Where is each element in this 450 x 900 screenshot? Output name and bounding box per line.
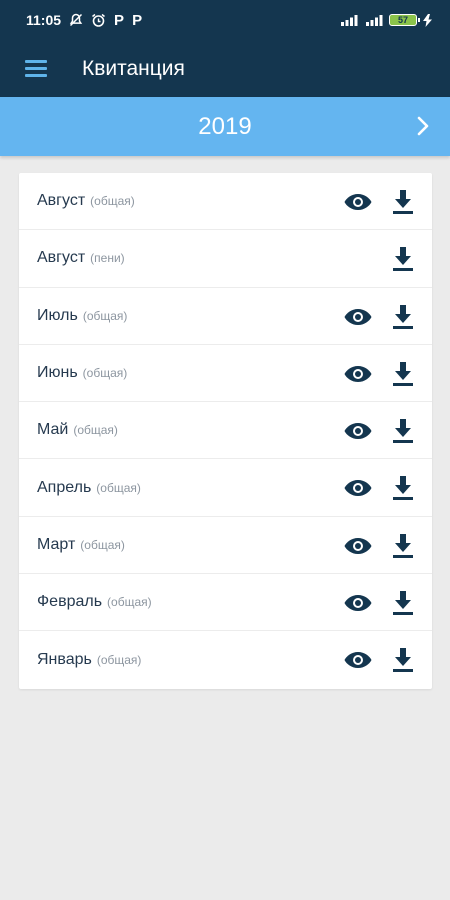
year-selector: 2019 [0,97,450,156]
receipt-kind: (общая) [73,423,118,438]
receipt-kind: (общая) [82,308,128,323]
view-button[interactable] [342,302,374,332]
download-button[interactable] [388,472,418,504]
receipt-kind: (пени) [90,251,125,266]
status-bar: 11:05 P P 57 [0,0,450,40]
receipt-title: Июнь (общая) [37,364,127,382]
signal-icon [339,14,359,26]
receipt-kind: (общая) [90,194,135,209]
battery-icon: 57 [389,14,420,26]
eye-icon [344,652,372,669]
p-icon: P [132,11,143,29]
receipt-title: Май (общая) [37,421,118,439]
alarm-icon [91,13,106,28]
list-item: Февраль (общая) [19,574,432,632]
next-year-button[interactable] [408,111,438,141]
view-button[interactable] [342,531,374,561]
receipt-kind: (общая) [96,653,142,668]
download-icon [393,247,413,272]
download-icon [393,591,413,616]
signal-icon [365,14,383,26]
download-button[interactable] [388,186,418,218]
view-button[interactable] [342,416,374,446]
eye-icon [344,365,372,382]
eye-icon [344,423,372,440]
eye-icon [344,308,372,325]
receipt-month: Июль [37,306,78,324]
download-icon [393,476,413,501]
receipt-month: Январь [37,651,92,669]
p-icon: P [114,11,125,29]
list-item: Август (пени) [19,230,432,288]
year-label: 2019 [198,112,252,140]
list-item: Март (общая) [19,517,432,575]
download-icon [393,361,413,386]
chevron-right-icon [417,116,429,136]
list-item: Январь (общая) [19,631,432,688]
status-right: 57 [339,13,432,27]
download-button[interactable] [388,530,418,562]
app-bar: Квитанция [0,40,450,97]
receipt-month: Февраль [37,593,103,611]
view-button[interactable] [342,187,374,217]
receipt-month: Август [37,192,86,210]
download-button[interactable] [388,644,418,676]
download-button[interactable] [388,301,418,333]
download-icon [393,419,413,444]
hamburger-menu-icon [25,60,47,77]
receipt-kind: (общая) [82,366,128,381]
receipt-kind: (общая) [96,480,141,495]
receipt-kind: (общая) [107,595,152,610]
eye-icon [344,537,372,554]
download-icon [393,648,413,673]
eye-icon [344,480,372,497]
receipt-month: Апрель [37,478,92,496]
list-item: Июнь (общая) [19,345,432,403]
status-time: 11:05 [26,12,62,28]
receipt-title: Февраль (общая) [37,593,152,611]
receipt-title: Апрель (общая) [37,479,141,497]
view-button[interactable] [342,588,374,618]
eye-icon [344,595,372,612]
receipt-month: Август [37,249,86,267]
page-title: Квитанция [82,56,185,80]
eye-icon [344,194,372,210]
receipt-kind: (общая) [80,537,125,552]
download-button[interactable] [388,587,418,619]
receipt-month: Май [37,421,69,439]
charging-icon [423,13,432,27]
receipt-title: Июль (общая) [37,307,127,325]
receipts-list: Август (общая) Август (пени) Июль (общая… [19,173,432,689]
download-icon [393,190,413,214]
download-button[interactable] [388,415,418,447]
download-button[interactable] [388,243,418,275]
battery-level: 57 [397,15,408,25]
view-button[interactable] [342,473,374,503]
receipt-month: Июнь [37,364,78,382]
list-item: Апрель (общая) [19,459,432,517]
receipt-title: Август (пени) [37,249,125,267]
receipt-title: Март (общая) [37,536,125,554]
view-button[interactable] [342,359,374,389]
menu-button[interactable] [0,40,76,97]
download-button[interactable] [388,358,418,390]
list-item: Май (общая) [19,402,432,460]
mute-icon [69,13,83,27]
receipt-title: Январь (общая) [37,651,141,669]
download-icon [393,304,413,329]
list-item: Август (общая) [19,173,432,231]
list-item: Июль (общая) [19,288,432,345]
download-icon [393,533,413,558]
status-left: 11:05 P P [26,12,142,29]
view-button[interactable] [342,645,374,675]
receipt-month: Март [37,535,76,553]
receipt-title: Август (общая) [37,192,135,210]
